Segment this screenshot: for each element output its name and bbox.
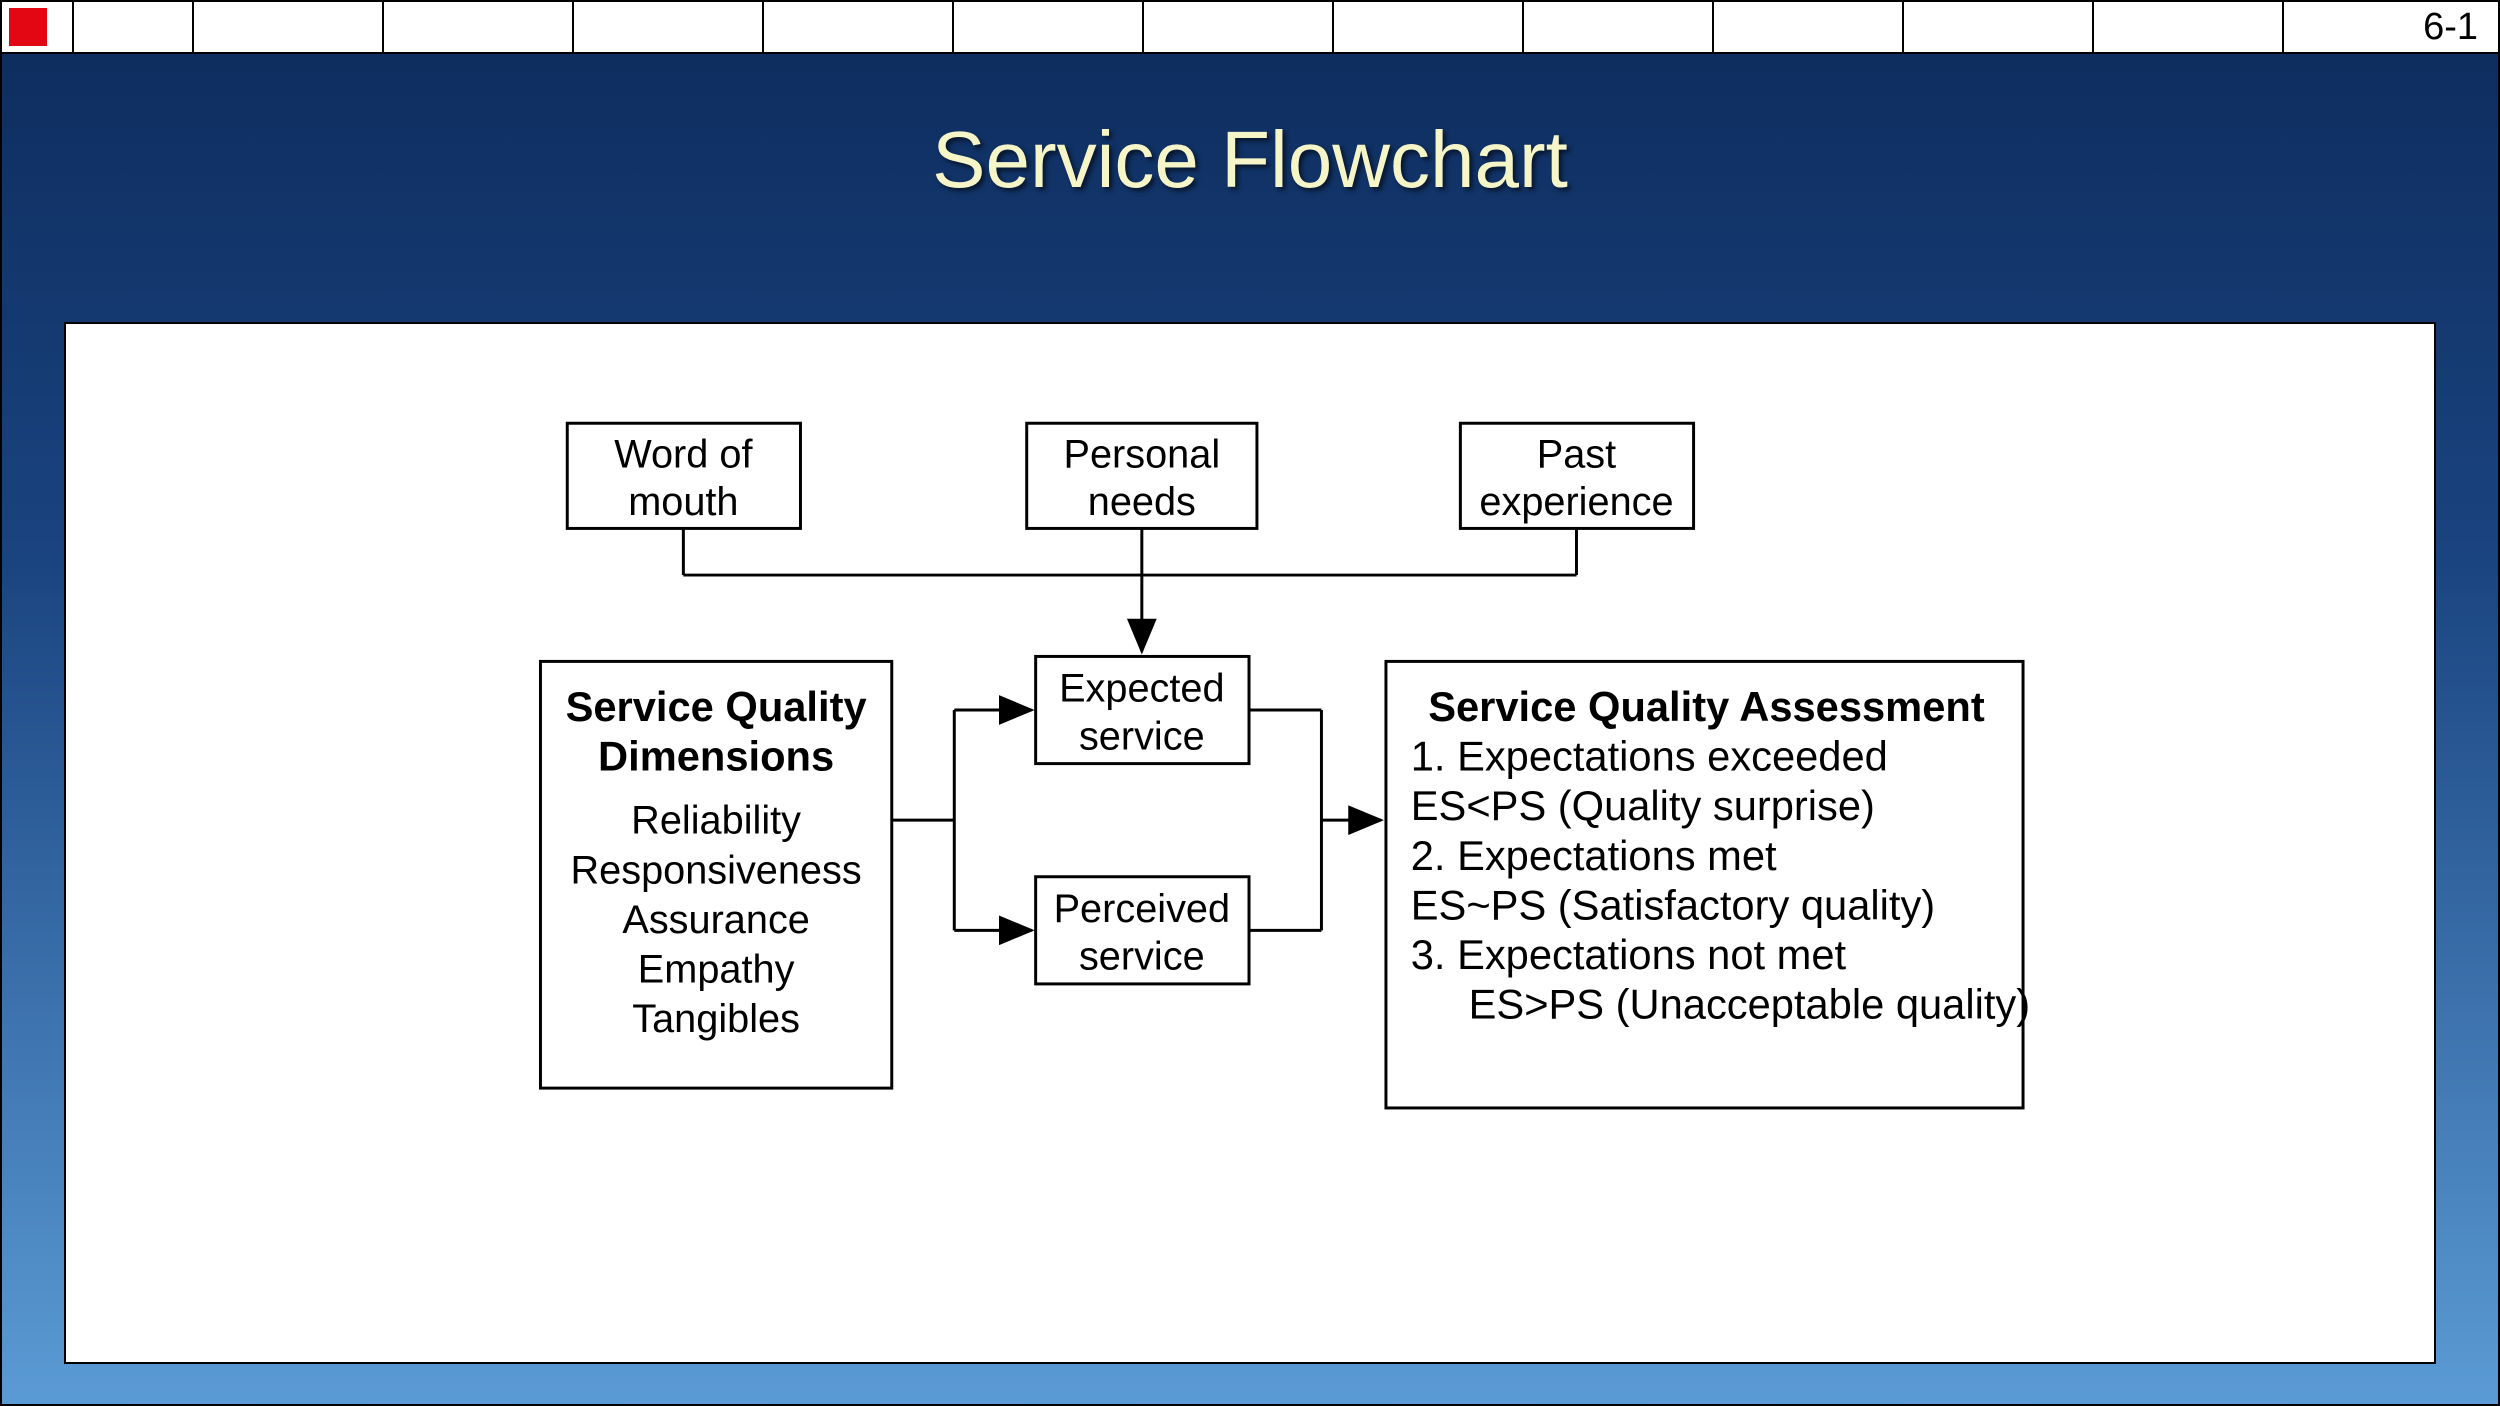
assess-l3b: ES>PS (Unacceptable quality) [1411, 981, 2030, 1028]
ruler-cell [194, 2, 384, 52]
ruler-cell [1714, 2, 1904, 52]
ruler-cell [1524, 2, 1714, 52]
past-experience-l1: Past [1537, 432, 1616, 476]
ruler-cell [2094, 2, 2284, 52]
perceived-l1: Perceived [1054, 887, 1230, 931]
past-experience-l2: experience [1479, 480, 1673, 524]
expected-l1: Expected [1059, 667, 1224, 711]
ruler-cell [574, 2, 764, 52]
page-number: 6-1 [2423, 6, 2498, 49]
perceived-l2: service [1079, 935, 1205, 979]
expected-l2: service [1079, 714, 1205, 758]
ruler-cell [764, 2, 954, 52]
dim-title-2: Dimensions [598, 733, 834, 780]
ruler-cell [1334, 2, 1524, 52]
ruler-cell [384, 2, 574, 52]
assess-l3a: 3. Expectations not met [1411, 931, 1847, 978]
ruler-cell [1904, 2, 2094, 52]
word-of-mouth-l2: mouth [628, 480, 738, 524]
dim-item5: Tangibles [632, 997, 800, 1041]
dim-item4: Empathy [638, 947, 795, 991]
ruler-cell [74, 2, 194, 52]
assess-l1a: 1. Expectations exceeded [1411, 733, 1888, 780]
content-panel: Word of mouth Personal needs Past experi… [64, 322, 2436, 1364]
slide-title: Service Flowchart [2, 114, 2498, 206]
ruler-cell [954, 2, 1144, 52]
page-number-cell: 6-1 [2284, 2, 2498, 52]
personal-needs-l2: needs [1088, 480, 1196, 524]
assess-title: Service Quality Assessment [1428, 683, 1985, 730]
red-square-icon [9, 8, 47, 46]
dim-item1: Reliability [631, 799, 801, 843]
dim-item2: Responsiveness [571, 848, 862, 892]
dim-item3: Assurance [622, 898, 810, 942]
red-indicator-cell [2, 2, 74, 52]
assess-l2b: ES~PS (Satisfactory quality) [1411, 881, 1935, 928]
assess-l1b: ES<PS (Quality surprise) [1411, 782, 1875, 829]
flowchart-svg: Word of mouth Personal needs Past experi… [66, 324, 2434, 1362]
ruler-cell [1144, 2, 1334, 52]
word-of-mouth-l1: Word of [614, 432, 753, 476]
assess-l2a: 2. Expectations met [1411, 832, 1777, 879]
personal-needs-l1: Personal [1064, 432, 1221, 476]
top-ruler-bar: 6-1 [2, 2, 2498, 54]
dim-title-1: Service Quality [566, 683, 867, 730]
